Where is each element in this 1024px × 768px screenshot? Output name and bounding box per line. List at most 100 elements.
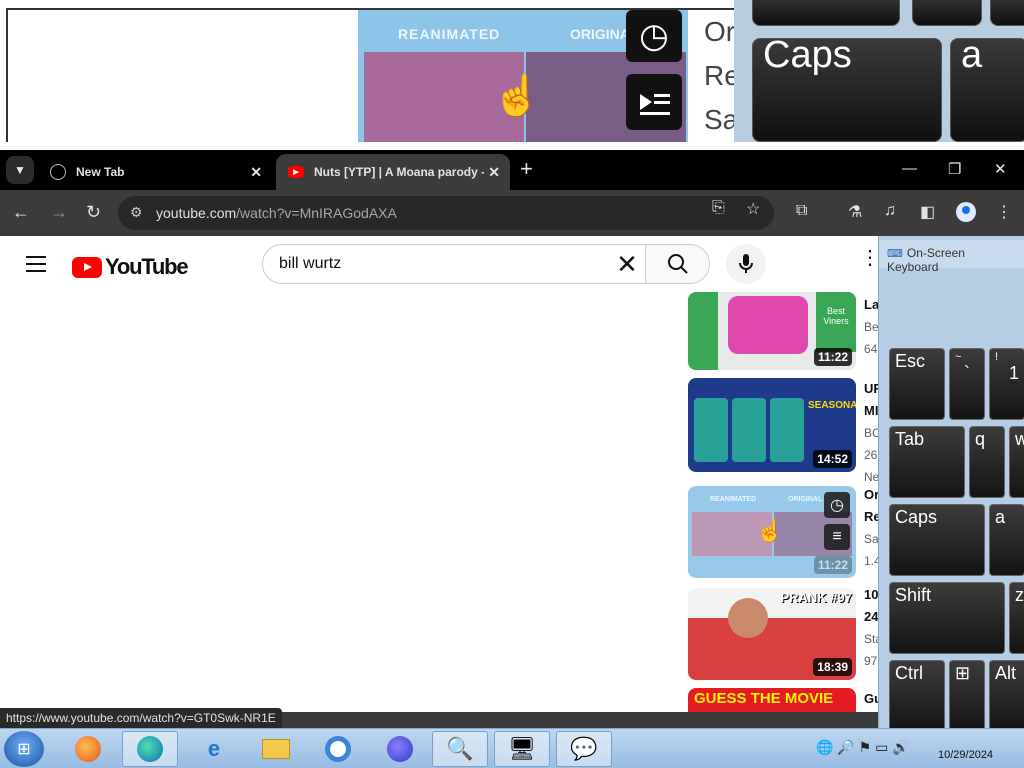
magnifier-view: REANIMATED ORIGINAL ☝ ◷ Or Re Sa Caps a xyxy=(0,0,1024,150)
chat-icon[interactable]: 💬 xyxy=(556,731,612,767)
reload-button[interactable]: ↻ xyxy=(86,202,101,222)
tab-search-button[interactable]: ▼ xyxy=(6,156,34,184)
key-1-label: 1 xyxy=(1008,363,1019,383)
display-icon[interactable]: ▭ xyxy=(875,739,888,755)
ie-icon[interactable]: e xyxy=(186,731,242,767)
key-windows[interactable]: ⊞ xyxy=(949,660,985,732)
youtube-logo[interactable]: YouTube xyxy=(72,254,189,280)
side-panel-icon[interactable]: ◧ xyxy=(920,202,935,222)
window-close-button[interactable]: ✕ xyxy=(994,160,1007,178)
add-to-queue-icon xyxy=(626,74,682,130)
magnified-key xyxy=(912,0,982,26)
rec-thumbnail[interactable]: PRANK #97 18:39 xyxy=(688,588,856,680)
extensions-icon[interactable]: ⧉ xyxy=(796,202,807,220)
search-button[interactable] xyxy=(645,245,709,283)
rec-thumbnail[interactable]: Best Viners 11:22 xyxy=(688,292,856,370)
flag-icon[interactable]: ⚑ xyxy=(859,739,872,755)
restore-button[interactable]: ❐ xyxy=(948,160,961,178)
video-duration: 11:22 xyxy=(813,348,852,366)
labs-flask-icon[interactable]: ⚗ xyxy=(848,202,862,222)
key-w[interactable]: w xyxy=(1009,426,1024,498)
key-esc[interactable]: Esc xyxy=(889,348,945,420)
thumb-card xyxy=(770,398,804,462)
firefox-dev-icon[interactable] xyxy=(372,731,428,767)
video-duration: 18:39 xyxy=(813,658,852,676)
system-tray: 🌐 🔎 ⚑ ▭ 🔊 xyxy=(816,739,910,756)
clear-search-icon[interactable]: ✕ xyxy=(609,251,645,277)
voice-search-button[interactable] xyxy=(726,244,766,284)
magnifier-icon[interactable]: 🔎 xyxy=(837,739,854,755)
tab-youtube-video[interactable]: ▶ Nuts [YTP] | A Moana parody - ✕ xyxy=(276,154,510,190)
key-alt[interactable]: Alt xyxy=(989,660,1024,732)
install-app-icon[interactable]: ⎘ xyxy=(712,199,725,217)
youtube-page: YouTube bill wurtz ✕ ⋮ Best Viners 11:22… xyxy=(0,236,880,712)
magnified-key xyxy=(752,0,900,26)
search-tool-icon[interactable]: 🔍 xyxy=(432,731,488,767)
thumb-text: GUESS THE MOVIE xyxy=(694,690,834,707)
microphone-icon xyxy=(739,254,753,273)
tab-title: New Tab xyxy=(76,165,125,179)
back-button[interactable]: ← xyxy=(12,202,30,222)
tab-title: Nuts [YTP] | A Moana parody - xyxy=(314,165,484,179)
network-globe-icon[interactable]: 🌐 xyxy=(816,739,833,755)
firefox-icon[interactable] xyxy=(60,731,116,767)
key-1[interactable]: ! 1 xyxy=(989,348,1024,420)
osk-title-bar[interactable]: ⌨ On-Screen Keyboard xyxy=(879,240,1024,274)
key-caps[interactable]: Caps xyxy=(889,504,985,576)
media-controls-icon[interactable]: ♫ xyxy=(884,202,896,220)
profile-avatar[interactable] xyxy=(956,202,976,222)
start-button[interactable]: ⊞ xyxy=(4,731,44,767)
rec-thumbnail[interactable]: SEASONAL SH 14:52 xyxy=(688,378,856,472)
key-tilde-shift: ~ xyxy=(955,351,962,363)
key-z[interactable]: z xyxy=(1009,582,1024,654)
magnified-text-line: Re xyxy=(704,60,740,91)
new-tab-button[interactable]: + xyxy=(520,158,533,180)
search-input[interactable]: bill wurtz xyxy=(263,255,609,273)
site-settings-icon[interactable]: ⚙ xyxy=(130,204,143,221)
key-a[interactable]: a xyxy=(989,504,1024,576)
minimize-button[interactable]: — xyxy=(902,160,917,177)
key-shift[interactable]: Shift xyxy=(889,582,1005,654)
thumb-text: SEASONAL SH xyxy=(808,400,856,411)
chromium-icon[interactable] xyxy=(310,731,366,767)
more-options-icon[interactable]: ⋮ xyxy=(860,248,880,268)
key-tilde[interactable]: ~ ` xyxy=(949,348,985,420)
magnified-text-line: Or xyxy=(704,16,736,47)
forward-button[interactable]: → xyxy=(50,202,68,222)
key-1-shift: ! xyxy=(995,351,999,363)
youtube-icon: ▶ xyxy=(288,166,304,178)
thumb-card xyxy=(694,398,728,462)
magnified-keyboard: Caps a xyxy=(734,0,1024,142)
key-ctrl[interactable]: Ctrl xyxy=(889,660,945,732)
file-explorer-icon[interactable] xyxy=(248,731,304,767)
video-duration: 11:22 xyxy=(813,556,852,574)
tab-close-icon[interactable]: ✕ xyxy=(488,164,500,181)
rec-thumbnail[interactable]: GUESS THE MOVIE xyxy=(688,688,856,712)
thumb-text: REANIMATED xyxy=(710,496,757,503)
magnified-label-reanimated: REANIMATED xyxy=(398,26,501,42)
magnified-title-text: Or Re Sa xyxy=(690,10,740,142)
key-backtick: ` xyxy=(964,363,970,383)
clock-date[interactable]: 10/29/2024 xyxy=(938,749,993,761)
key-q[interactable]: q xyxy=(969,426,1005,498)
watch-later-button[interactable]: ◷ xyxy=(824,492,850,518)
guide-menu-icon[interactable] xyxy=(26,256,46,277)
tab-new-tab[interactable]: New Tab ✕ xyxy=(38,154,272,190)
address-bar[interactable]: ⚙ youtube.com/watch?v=MnIRAGodAXA xyxy=(118,196,774,230)
thumb-card xyxy=(732,398,766,462)
volume-icon[interactable]: 🔊 xyxy=(892,739,909,755)
edge-icon[interactable] xyxy=(122,731,178,767)
thumb-text: PRANK #97 xyxy=(780,590,852,605)
search-icon xyxy=(667,254,688,274)
add-to-queue-button[interactable]: ≡ xyxy=(824,524,850,550)
search-box: bill wurtz ✕ xyxy=(262,244,710,284)
thumb-text: Best Viners xyxy=(816,292,856,352)
thumb-person xyxy=(728,598,768,638)
network-icon[interactable]: 🖥 xyxy=(494,731,550,767)
key-tab[interactable]: Tab xyxy=(889,426,965,498)
url-path: /watch?v=MnIRAGodAXA xyxy=(236,205,397,221)
magnified-key xyxy=(990,0,1024,26)
bookmark-star-icon[interactable]: ☆ xyxy=(746,199,760,219)
chrome-menu-icon[interactable]: ⋮ xyxy=(996,202,1012,222)
tab-close-icon[interactable]: ✕ xyxy=(250,164,262,181)
